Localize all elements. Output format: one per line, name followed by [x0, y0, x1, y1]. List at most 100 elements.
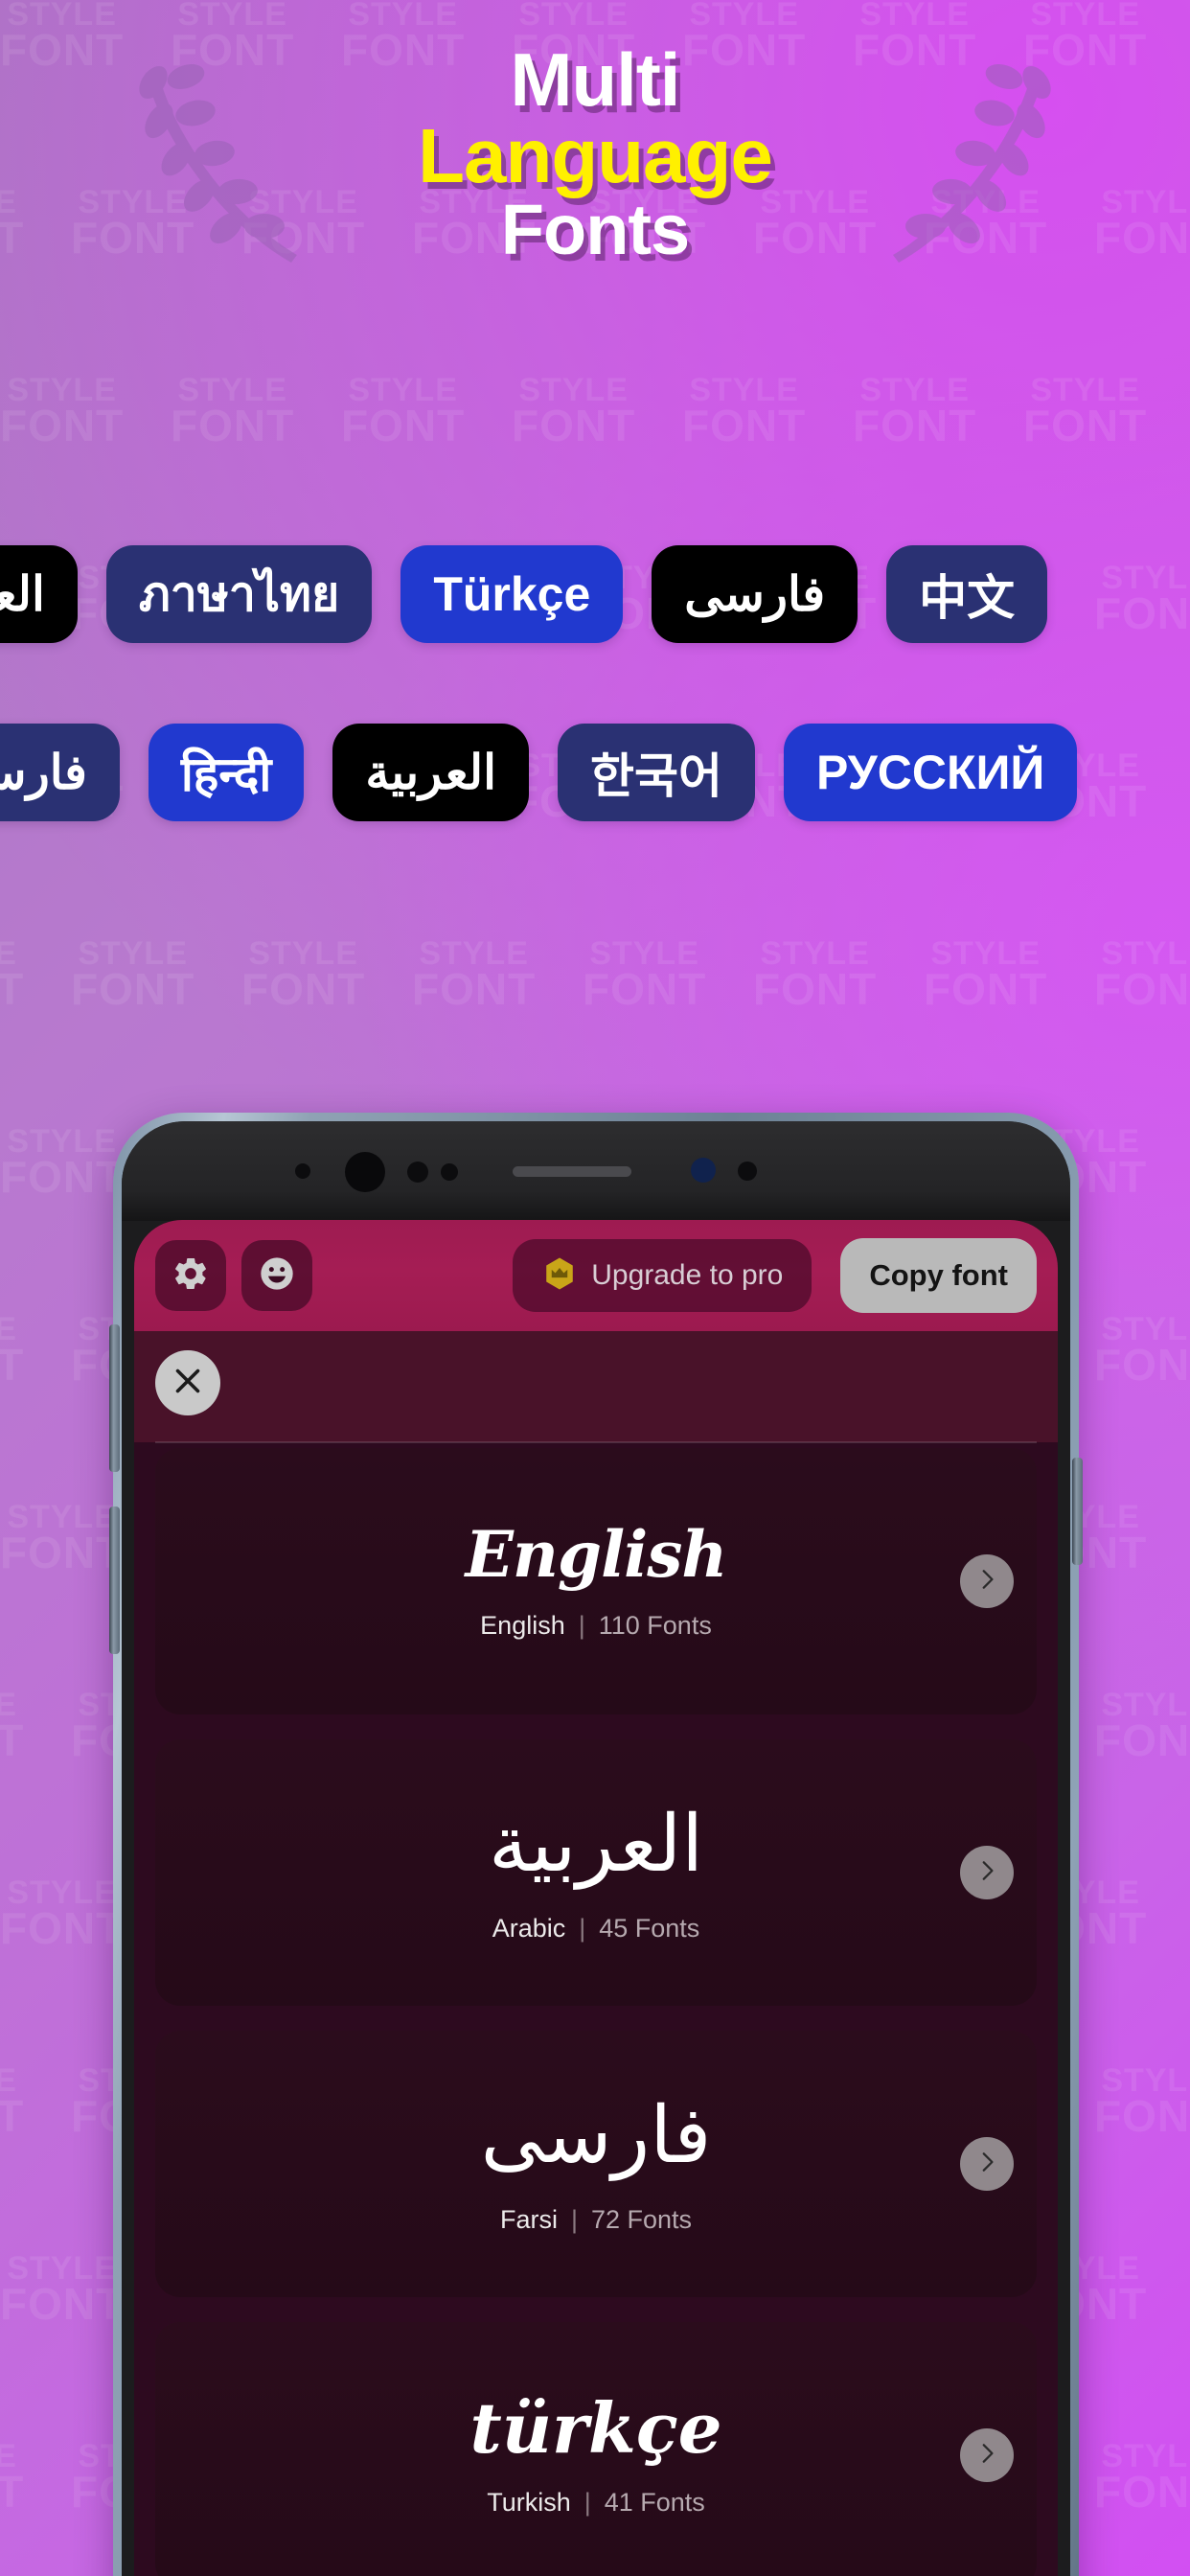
sensor-dot-icon	[738, 1162, 757, 1181]
promo-title-line-2: Language	[418, 112, 773, 198]
language-card[interactable]: English English | 110 Fonts	[155, 1448, 1037, 1714]
watermark-text: STYLEFONT	[1023, 372, 1148, 451]
language-card-meta: Farsi | 72 Fonts	[500, 2205, 692, 2235]
watermark-text: STYLEFONT	[1094, 2062, 1190, 2142]
language-card-meta: Turkish | 41 Fonts	[487, 2488, 705, 2518]
open-language-button[interactable]	[960, 1554, 1014, 1608]
sensor-dot-icon	[691, 1158, 716, 1183]
meta-separator: |	[578, 1610, 585, 1640]
watermark-text: STYLEFONT	[0, 2438, 25, 2518]
meta-separator: |	[579, 1913, 586, 1943]
language-chip-label: العر	[0, 567, 45, 621]
language-chip-label: Türkçe	[433, 567, 591, 621]
language-chip-label: हिन्दी	[180, 748, 272, 801]
copy-font-label: Copy font	[869, 1258, 1008, 1292]
watermark-text: STYLEFONT	[0, 935, 25, 1015]
watermark-text: STYLEFONT	[0, 1499, 125, 1578]
open-language-button[interactable]	[960, 2137, 1014, 2191]
language-card[interactable]: فارسى Farsi | 72 Fonts	[155, 2031, 1037, 2297]
volume-up-button[interactable]	[109, 1324, 120, 1472]
settings-button[interactable]	[155, 1240, 226, 1311]
language-card-list: English English | 110 Fonts العربية Arabic | 45…	[134, 1448, 1058, 2576]
crown-hexagon-icon	[541, 1255, 578, 1297]
chevron-right-icon	[974, 2150, 999, 2179]
watermark-text: STYLEFONT	[1094, 2438, 1190, 2518]
watermark-text: STYLEFONT	[1094, 560, 1190, 639]
language-name: Turkish	[487, 2487, 571, 2517]
earpiece-speaker	[513, 1166, 631, 1177]
language-chip[interactable]: العر	[0, 545, 78, 643]
watermark-text: STYLEFONT	[1094, 1687, 1190, 1766]
language-sample-text: العربية	[488, 1801, 704, 1889]
promo-title-line-3: Fonts	[500, 189, 690, 269]
language-chip-label: 한국어	[589, 749, 722, 803]
open-language-button[interactable]	[960, 2428, 1014, 2482]
language-chip[interactable]: 中文	[886, 545, 1048, 643]
watermark-text: STYLEFONT	[0, 1123, 125, 1203]
front-camera-icon	[345, 1152, 385, 1192]
watermark-text: STYLEFONT	[1094, 935, 1190, 1015]
font-count: 72 Fonts	[590, 2204, 693, 2234]
language-name: English	[480, 1610, 565, 1640]
language-chip[interactable]: Türkçe	[400, 545, 624, 643]
meta-separator: |	[570, 2204, 578, 2234]
close-x-icon	[171, 1364, 205, 1403]
copy-font-button[interactable]: Copy font	[840, 1238, 1037, 1313]
watermark-text: STYLEFONT	[1094, 1311, 1190, 1391]
watermark-text: STYLEFONT	[412, 935, 537, 1015]
gear-icon	[172, 1254, 210, 1298]
emoji-button[interactable]	[241, 1240, 312, 1311]
language-sample-text: فارسى	[480, 2092, 712, 2180]
language-chip-label: فارسی	[0, 746, 87, 799]
watermark-text: STYLEFONT	[583, 935, 707, 1015]
language-chip-label: РУССКИЙ	[815, 746, 1045, 799]
chevron-right-icon	[974, 1567, 999, 1597]
watermark-text: STYLEFONT	[0, 1311, 25, 1391]
language-sample-text: English	[465, 1516, 728, 1592]
language-chip[interactable]: العربية	[332, 724, 529, 821]
meta-separator: |	[584, 2487, 591, 2517]
font-count: 110 Fonts	[598, 1610, 712, 1640]
phone-notch-bar	[122, 1121, 1070, 1221]
language-chip-row-2: فارسی हिन्दी العربية 한국어 РУССКИЙ	[0, 724, 1078, 821]
watermark-text: STYLEFONT	[0, 1687, 25, 1766]
close-button[interactable]	[155, 1350, 220, 1415]
volume-down-button[interactable]	[109, 1506, 120, 1654]
language-chip[interactable]: ภาษาไทย	[105, 545, 373, 643]
upgrade-to-pro-button[interactable]: Upgrade to pro	[513, 1239, 812, 1312]
language-chip[interactable]: فارسى	[652, 545, 858, 643]
open-language-button[interactable]	[960, 1846, 1014, 1899]
language-chip-label: فارسى	[684, 567, 826, 621]
watermark-text: STYLEFONT	[0, 2250, 125, 2330]
smiley-icon	[258, 1254, 296, 1298]
power-button[interactable]	[1072, 1458, 1083, 1565]
app-toolbar: Upgrade to pro Copy font	[134, 1220, 1058, 1331]
watermark-text: STYLEFONT	[753, 935, 878, 1015]
sensor-dot-icon	[295, 1163, 310, 1179]
watermark-text: STYLEFONT	[853, 372, 977, 451]
header-zone: Multi Language Fonts	[0, 0, 1190, 288]
promo-title-line-1: Multi	[510, 37, 681, 122]
language-chip[interactable]: 한국어	[557, 724, 755, 821]
watermark-text: STYLEFONT	[241, 935, 366, 1015]
upgrade-to-pro-label: Upgrade to pro	[591, 1259, 784, 1291]
language-sample-text: türkçe	[469, 2386, 722, 2469]
watermark-text: STYLEFONT	[0, 1874, 125, 1954]
app-screen: Upgrade to pro Copy font English English |…	[134, 1220, 1058, 2576]
language-chip[interactable]: हिन्दी	[148, 724, 305, 821]
language-chip[interactable]: فارسی	[0, 724, 120, 821]
language-card[interactable]: العربية Arabic | 45 Fonts	[155, 1739, 1037, 2006]
language-card[interactable]: türkçe Turkish | 41 Fonts	[155, 2322, 1037, 2576]
close-bar	[134, 1331, 1058, 1442]
language-chip[interactable]: РУССКИЙ	[783, 724, 1078, 821]
language-card-meta: Arabic | 45 Fonts	[492, 1914, 700, 1944]
toolbar-divider	[155, 1441, 1037, 1443]
language-chip-row-1: العر ภาษาไทย Türkçe فارسى 中文	[0, 545, 1048, 643]
watermark-text: STYLEFONT	[0, 372, 125, 451]
language-chip-label: العربية	[365, 746, 496, 799]
watermark-text: STYLEFONT	[171, 372, 295, 451]
watermark-text: STYLEFONT	[682, 372, 807, 451]
watermark-text: STYLEFONT	[512, 372, 636, 451]
language-card-meta: English | 110 Fonts	[480, 1611, 712, 1641]
language-chip-label: ภาษาไทย	[138, 566, 340, 621]
